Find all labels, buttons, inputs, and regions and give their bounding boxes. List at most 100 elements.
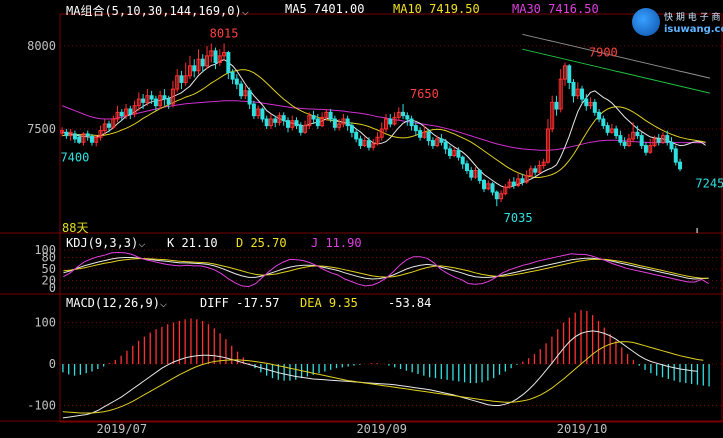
kdj-k-value: K 21.10 bbox=[167, 236, 218, 250]
candle-body bbox=[456, 150, 461, 158]
candle-body bbox=[405, 115, 410, 120]
candle-body bbox=[656, 138, 661, 143]
ma10-value: MA10 7419.50 bbox=[393, 2, 480, 16]
candle-body bbox=[247, 90, 252, 105]
candle-body bbox=[349, 125, 354, 133]
candle-body bbox=[166, 98, 171, 105]
macd-tick-label: -100 bbox=[27, 398, 56, 412]
x-axis-label: 2019/07 bbox=[97, 422, 148, 436]
candle-body bbox=[584, 98, 589, 107]
price-annotation: 7650 bbox=[410, 87, 439, 101]
candle-body bbox=[469, 169, 474, 178]
candle-body bbox=[643, 145, 648, 153]
candle-body bbox=[580, 88, 585, 100]
macd-dea-value: DEA 9.35 bbox=[300, 296, 358, 310]
ma-group-label[interactable]: MA组合(5,10,30,144,169,0)⌵ bbox=[66, 2, 249, 19]
macd-tick-label: 100 bbox=[34, 316, 56, 330]
candle-body bbox=[464, 163, 469, 171]
candle-body bbox=[179, 75, 184, 83]
candle-body bbox=[72, 133, 77, 140]
candle-body bbox=[141, 98, 146, 103]
candle-body bbox=[153, 98, 158, 107]
macd-hist-value: -53.84 bbox=[388, 296, 432, 310]
ma10-line bbox=[62, 69, 706, 178]
candle-body bbox=[635, 131, 640, 137]
candle-body bbox=[592, 101, 597, 113]
candle-body bbox=[358, 138, 363, 147]
candle-body bbox=[413, 125, 418, 132]
candle-body bbox=[149, 95, 154, 100]
logo-url: isuwang.co bbox=[664, 24, 723, 35]
plot-frame bbox=[59, 13, 723, 423]
logo: 快 期 电 子 商 isuwang.co bbox=[628, 6, 723, 42]
candle-body bbox=[409, 118, 414, 127]
logo-text: 快 期 电 子 商 bbox=[664, 13, 721, 23]
kdj-k-line bbox=[63, 257, 709, 280]
macd-tick-label: 0 bbox=[49, 357, 56, 371]
chevron-down-icon[interactable]: ⌵ bbox=[242, 4, 249, 18]
candle-body bbox=[345, 118, 350, 127]
candle-body bbox=[234, 78, 239, 85]
candle-body bbox=[511, 181, 516, 186]
candle-body bbox=[622, 141, 627, 147]
candle-body bbox=[366, 140, 371, 148]
candle-body bbox=[601, 118, 606, 127]
ma30-value: MA30 7416.50 bbox=[512, 2, 599, 16]
days-label: 88天 bbox=[62, 221, 89, 235]
candle-body bbox=[162, 95, 167, 100]
candle-body bbox=[273, 118, 278, 123]
price-annotation: 7245 bbox=[695, 176, 723, 190]
candle-body bbox=[77, 136, 82, 143]
chart-window: 8000 7500 8015 7400 7650 7035 7900 7245 100 80 50 2… bbox=[0, 0, 723, 438]
candle-body bbox=[639, 135, 644, 147]
candle-body bbox=[119, 111, 124, 117]
kdj-tick-label: 0 bbox=[49, 281, 56, 295]
candle-body bbox=[605, 125, 610, 133]
candle-body bbox=[614, 128, 619, 137]
candle-body bbox=[520, 178, 525, 183]
candle-body bbox=[430, 140, 435, 147]
candle-body bbox=[494, 191, 499, 200]
candle-body bbox=[665, 135, 670, 143]
candle-body bbox=[64, 131, 69, 137]
chevron-down-icon[interactable]: ⌵ bbox=[138, 236, 145, 250]
candle-body bbox=[107, 123, 111, 128]
candle-body bbox=[571, 81, 576, 97]
candle-body bbox=[618, 135, 623, 143]
candle-body bbox=[482, 179, 487, 190]
candle-body bbox=[226, 52, 231, 73]
ma5-value: MA5 7401.00 bbox=[285, 2, 365, 16]
candle-body bbox=[401, 111, 406, 117]
kline-chart[interactable]: 8000750080157400765070357900724510080502… bbox=[0, 0, 723, 438]
candle-body bbox=[85, 133, 90, 137]
candle-body bbox=[128, 108, 133, 115]
price-annotation: 7035 bbox=[504, 211, 533, 225]
candle-body bbox=[439, 138, 444, 143]
candle-body bbox=[388, 118, 393, 125]
candle-body bbox=[311, 115, 316, 120]
kdj-label[interactable]: KDJ(9,3,3)⌵ bbox=[66, 236, 145, 250]
x-axis-label: 2019/09 bbox=[356, 422, 407, 436]
candle-body bbox=[443, 141, 448, 150]
x-axis-label: 2019/10 bbox=[557, 422, 608, 436]
price-annotation: 8015 bbox=[210, 26, 239, 40]
candle-body bbox=[213, 50, 218, 64]
macd-dea-line bbox=[62, 341, 704, 414]
macd-label[interactable]: MACD(12,26,9)⌵ bbox=[66, 296, 167, 310]
chevron-down-icon[interactable]: ⌵ bbox=[160, 296, 167, 310]
candle-body bbox=[298, 125, 303, 133]
candle-body bbox=[673, 148, 678, 163]
macd-name: MACD(12,26,9) bbox=[66, 296, 160, 310]
candle-body bbox=[567, 65, 572, 83]
candle-body bbox=[285, 120, 290, 128]
candle-body bbox=[281, 115, 286, 122]
price-annotation: 7900 bbox=[589, 46, 618, 60]
macd-diff-line bbox=[62, 330, 698, 419]
candle-body bbox=[554, 101, 559, 110]
candle-body bbox=[315, 118, 320, 127]
ma5-line bbox=[62, 58, 706, 188]
candle-body bbox=[251, 103, 256, 117]
candle-body bbox=[597, 111, 602, 120]
candle-body bbox=[89, 135, 94, 143]
candle-body bbox=[678, 161, 683, 170]
